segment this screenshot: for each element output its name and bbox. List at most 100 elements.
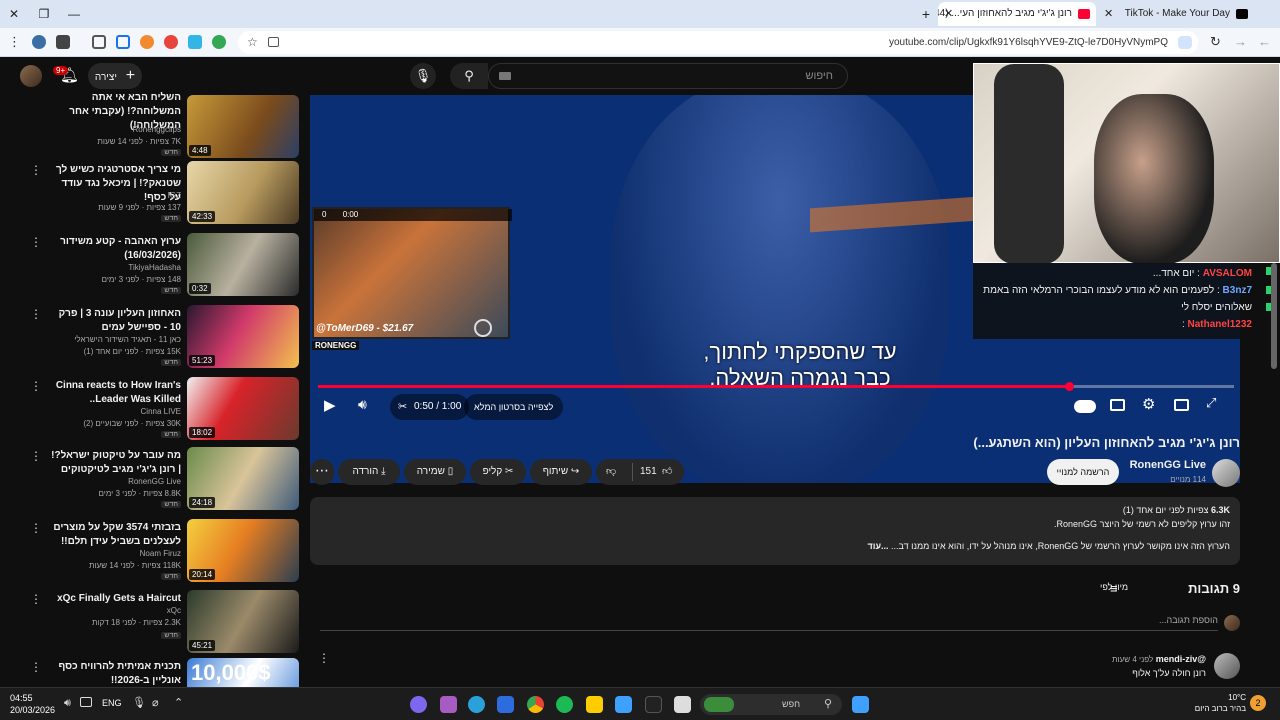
avatar[interactable]: [20, 65, 42, 87]
subtitles-icon[interactable]: [1110, 399, 1125, 411]
video-menu-icon[interactable]: ⋮: [30, 660, 42, 674]
video-title[interactable]: מי צריך אסטרטגיה כשיש לך שטנאק?! | מיכאל…: [51, 163, 181, 205]
channel-name[interactable]: xQc: [167, 606, 181, 615]
tab-tiktok[interactable]: ✕ TikTok - Make Your Day: [1098, 2, 1254, 26]
channel-name[interactable]: כאן 11 - תאגיד השידור הישראלי: [74, 335, 181, 344]
translate-icon[interactable]: [188, 35, 202, 49]
terminal-icon[interactable]: [645, 696, 662, 713]
play-icon[interactable]: ▶: [324, 396, 336, 414]
channel-name[interactable]: Cinna LIVE: [141, 407, 181, 416]
create-button[interactable]: יצירה +: [88, 63, 142, 89]
video-title[interactable]: ערוץ האהבה - קטע משידור (16/03/2026): [51, 235, 181, 263]
video-menu-icon[interactable]: ⋮: [30, 235, 42, 249]
list-item[interactable]: 10,000$ תכנית אמיתית להרוויח כסף אונליין…: [0, 658, 305, 687]
extension-icon[interactable]: [140, 35, 154, 49]
search-button[interactable]: ⚲: [450, 63, 488, 89]
list-item[interactable]: 24:18 מה עובר על טיקטוק ישראל?! | רונן ג…: [0, 447, 305, 515]
network-off-icon[interactable]: ⌀: [152, 696, 159, 709]
address-bar[interactable]: ☆ youtube.com/clip/Ugkxfk91Y6lsqhYVE9-Zt…: [238, 31, 1198, 54]
chevron-up-icon[interactable]: ⌃: [174, 696, 183, 709]
video-thumbnail[interactable]: 0:32: [187, 233, 299, 296]
more-link[interactable]: ...עוד: [867, 541, 888, 551]
description-box[interactable]: 6.3K צפיות לפני יום אחד (1) זהו ערוץ קלי…: [310, 497, 1240, 565]
comment-menu-icon[interactable]: ⋮: [318, 651, 330, 665]
puzzle-icon[interactable]: [92, 35, 106, 49]
bookmark-star-icon[interactable]: ☆: [247, 31, 258, 54]
site-settings-icon[interactable]: [1178, 36, 1192, 49]
download-button[interactable]: הורדה ⤓: [338, 459, 400, 485]
video-thumbnail[interactable]: 24:18: [187, 447, 299, 510]
video-title[interactable]: האחוזון העליון עונה 3 | פרק 10 - ספיישל …: [51, 307, 181, 335]
discord-icon[interactable]: [410, 696, 427, 713]
list-item[interactable]: 42:33 מי צריך אסטרטגיה כשיש לך שטנאק?! |…: [0, 161, 305, 229]
volume-icon[interactable]: 🔊︎: [64, 697, 71, 710]
chrome-icon[interactable]: [527, 696, 544, 713]
commenter-avatar[interactable]: [1214, 653, 1240, 679]
voice-search-icon[interactable]: 🎙︎: [410, 63, 436, 89]
list-item[interactable]: 45:21 xQc Finally Gets a Haircut xQc 2.3…: [0, 590, 305, 658]
channel-name[interactable]: Ronenggclips: [133, 125, 181, 134]
video-menu-icon[interactable]: ⋮: [30, 592, 42, 606]
video-thumbnail[interactable]: 20:14: [187, 519, 299, 582]
channel-avatar[interactable]: [1212, 459, 1240, 487]
dislike-icon[interactable]: 👎︎: [606, 459, 616, 485]
search-input[interactable]: חיפוש: [488, 63, 848, 89]
channel-name[interactable]: TikiyaHadasha: [128, 263, 181, 272]
tab-close-icon[interactable]: ✕: [1104, 2, 1113, 26]
page-scrollbar[interactable]: [1271, 263, 1277, 369]
close-window-icon[interactable]: ✕: [4, 4, 24, 24]
video-menu-icon[interactable]: ⋮: [30, 521, 42, 535]
comment-author[interactable]: @mendi-ziv: [1156, 654, 1206, 664]
add-comment-input[interactable]: הוספת תגובה...: [320, 615, 1218, 631]
windows-start-icon[interactable]: [852, 696, 869, 713]
app-icon[interactable]: [586, 696, 603, 713]
video-menu-icon[interactable]: ⋮: [30, 449, 42, 463]
reload-icon[interactable]: ↻: [1210, 34, 1221, 50]
extension-icon[interactable]: [56, 35, 70, 49]
video-thumbnail[interactable]: 51:23: [187, 305, 299, 368]
watch-full-video-button[interactable]: לצפייה בסרטון המלא: [464, 394, 564, 420]
tab-close-icon[interactable]: ✕: [944, 2, 953, 26]
video-title[interactable]: מה עובר על טיקטוק ישראל?! | רונן ג'יג'י …: [51, 449, 181, 477]
video-menu-icon[interactable]: ⋮: [30, 163, 42, 177]
extension-icon[interactable]: [116, 35, 130, 49]
app-icon[interactable]: [440, 696, 457, 713]
more-menu-icon[interactable]: ⋮: [8, 34, 21, 50]
video-menu-icon[interactable]: ⋮: [30, 379, 42, 393]
extension-icon[interactable]: [212, 35, 226, 49]
app-grid-icon[interactable]: [615, 696, 632, 713]
more-actions-icon[interactable]: ⋯: [310, 459, 334, 485]
video-title[interactable]: Cinna reacts to How Iran's Leader Was Ki…: [51, 379, 181, 407]
autoplay-toggle[interactable]: [1074, 400, 1096, 413]
list-item[interactable]: 51:23 האחוזון העליון עונה 3 | פרק 10 - ס…: [0, 305, 305, 373]
language-indicator[interactable]: ENG: [102, 698, 122, 708]
video-title[interactable]: xQc Finally Gets a Haircut: [51, 592, 181, 606]
progress-track[interactable]: [318, 382, 1234, 391]
video-menu-icon[interactable]: ⋮: [30, 307, 42, 321]
video-thumbnail[interactable]: 10,000$: [187, 658, 299, 687]
channel-name[interactable]: RonenGG Live: [1110, 459, 1206, 471]
back-icon[interactable]: ←: [1258, 34, 1271, 49]
sort-by-button[interactable]: מיון לפי: [1100, 582, 1148, 592]
microphone-icon[interactable]: 🎙︎: [132, 696, 146, 709]
list-item[interactable]: 4:48 השליח הבא אי אתה המשלוחה?! (עקבתי א…: [0, 92, 305, 163]
install-app-icon[interactable]: [268, 37, 279, 47]
telegram-icon[interactable]: [468, 696, 485, 713]
video-thumbnail[interactable]: 45:21: [187, 590, 299, 653]
list-item[interactable]: 18:02 Cinna reacts to How Iran's Leader …: [0, 377, 305, 445]
weather-widget[interactable]: 10°C בהיר ברוב היום: [1180, 692, 1246, 714]
restore-window-icon[interactable]: ❐: [34, 4, 54, 24]
channel-name[interactable]: RonenGG Live: [128, 477, 181, 486]
settings-gear-icon[interactable]: ⚙: [1142, 395, 1155, 413]
video-thumbnail[interactable]: 18:02: [187, 377, 299, 440]
list-item[interactable]: 20:14 בזבזתי 3574 שקל על מוצרים לעצלנים …: [0, 519, 305, 587]
spotify-icon[interactable]: [556, 696, 573, 713]
tab-youtube[interactable]: ✕ רונן ג'יג'י מגיב להאחוזון העי... (44): [938, 2, 1096, 26]
forward-icon[interactable]: →: [1234, 34, 1247, 49]
video-title[interactable]: תכנית אמיתית להרוויח כסף אונליין ב-2026!…: [51, 660, 181, 687]
store-icon[interactable]: [497, 696, 514, 713]
miniplayer-icon[interactable]: [1174, 399, 1189, 411]
volume-icon[interactable]: 🔊︎: [358, 396, 367, 413]
share-button[interactable]: שיתוף ↪: [530, 459, 592, 485]
list-item[interactable]: 0:32 ערוץ האהבה - קטע משידור (16/03/2026…: [0, 233, 305, 301]
